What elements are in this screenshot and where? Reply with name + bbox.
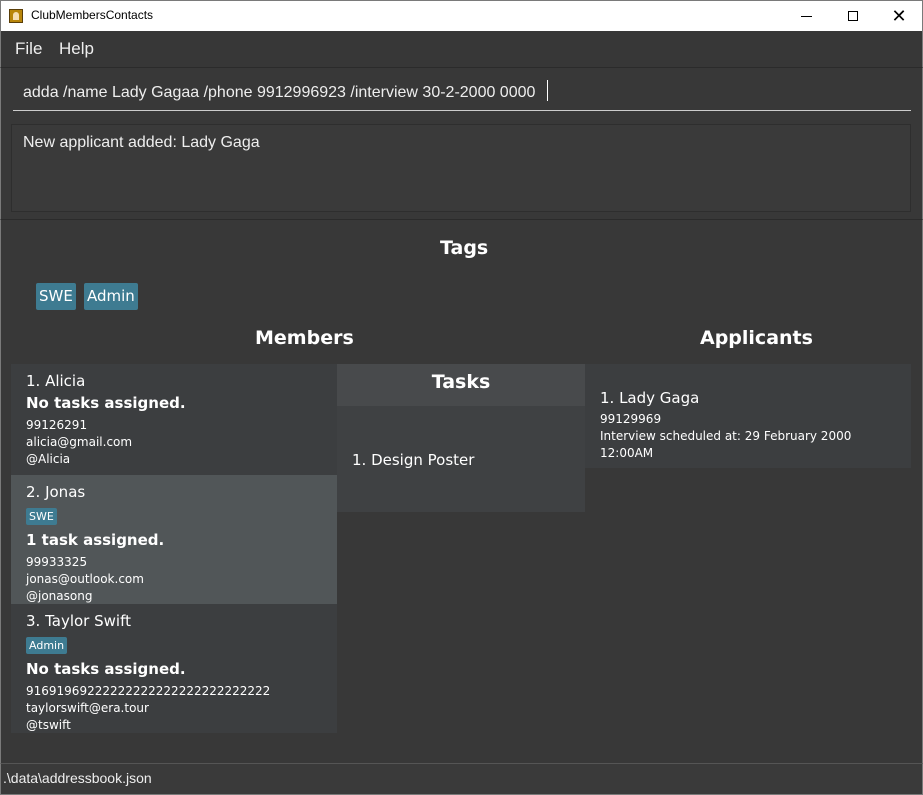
applicant-interview: Interview scheduled at: 29 February 2000… — [600, 429, 852, 460]
menu-bar: File Help — [0, 31, 923, 67]
member-name: 1. Alicia — [26, 372, 86, 390]
member-tag-swe: SWE — [26, 508, 57, 525]
app-icon — [9, 9, 23, 23]
member-tasks: No tasks assigned. — [26, 394, 186, 412]
result-display[interactable]: New applicant added: Lady Gaga — [11, 124, 911, 212]
members-list[interactable]: 1. Alicia No tasks assigned. 99126291 al… — [11, 364, 337, 733]
member-name: 2. Jonas — [26, 483, 86, 501]
member-email: taylorswift@era.tour — [26, 701, 149, 715]
menu-help[interactable]: Help — [59, 39, 94, 59]
member-email: jonas@outlook.com — [26, 572, 144, 586]
applicants-heading: Applicants — [700, 327, 813, 349]
member-phone: 91691969222222222222222222222222 — [26, 684, 271, 698]
result-display-container: New applicant added: Lady Gaga — [0, 117, 923, 219]
command-box — [0, 67, 923, 117]
save-location: .\data\addressbook.json — [3, 770, 152, 786]
members-heading: Members — [255, 327, 354, 349]
member-telegram: @jonasong — [26, 589, 93, 603]
member-phone: 99126291 — [26, 418, 88, 432]
status-bar: .\data\addressbook.json — [0, 763, 923, 795]
member-card[interactable]: 3. Taylor Swift Admin No tasks assigned.… — [11, 604, 337, 733]
title-bar: ClubMembersContacts ✕ — [0, 0, 923, 31]
task-item[interactable]: 1. Design Poster — [352, 451, 474, 469]
member-tasks: 1 task assigned. — [26, 531, 165, 549]
close-button[interactable]: ✕ — [876, 1, 922, 31]
member-tasks: No tasks assigned. — [26, 660, 186, 678]
tasks-panel[interactable]: Tasks 1. Design Poster — [337, 364, 585, 512]
tasks-heading: Tasks — [337, 364, 585, 406]
command-input[interactable] — [13, 76, 911, 111]
maximize-button[interactable] — [830, 1, 876, 31]
member-phone: 99933325 — [26, 555, 88, 569]
result-message: New applicant added: Lady Gaga — [23, 134, 260, 151]
member-tag-admin: Admin — [26, 637, 68, 654]
applicants-list[interactable]: 1. Lady Gaga 99129969 Interview schedule… — [585, 364, 911, 468]
close-icon: ✕ — [891, 5, 907, 27]
window-title: ClubMembersContacts — [31, 8, 154, 22]
member-telegram: @tswift — [26, 718, 71, 732]
text-caret — [547, 80, 548, 101]
minimize-button[interactable] — [783, 1, 829, 31]
tag-admin[interactable]: Admin — [84, 283, 138, 310]
applicant-card[interactable]: 1. Lady Gaga 99129969 Interview schedule… — [585, 364, 911, 468]
tag-swe[interactable]: SWE — [36, 283, 76, 310]
member-card[interactable]: 1. Alicia No tasks assigned. 99126291 al… — [11, 364, 337, 475]
member-name: 3. Taylor Swift — [26, 612, 131, 630]
member-card[interactable]: 2. Jonas SWE 1 task assigned. 99933325 j… — [11, 475, 337, 604]
menu-file[interactable]: File — [15, 39, 42, 59]
minimize-icon — [800, 15, 812, 17]
tags-heading: Tags — [440, 237, 489, 259]
member-email: alicia@gmail.com — [26, 435, 133, 449]
applicant-phone: 99129969 — [600, 412, 662, 426]
applicant-name: 1. Lady Gaga — [600, 389, 700, 407]
member-telegram: @Alicia — [26, 452, 71, 466]
maximize-icon — [848, 11, 858, 21]
main-panel: Tags SWE Admin Members Applicants 1. Ali… — [0, 219, 923, 763]
